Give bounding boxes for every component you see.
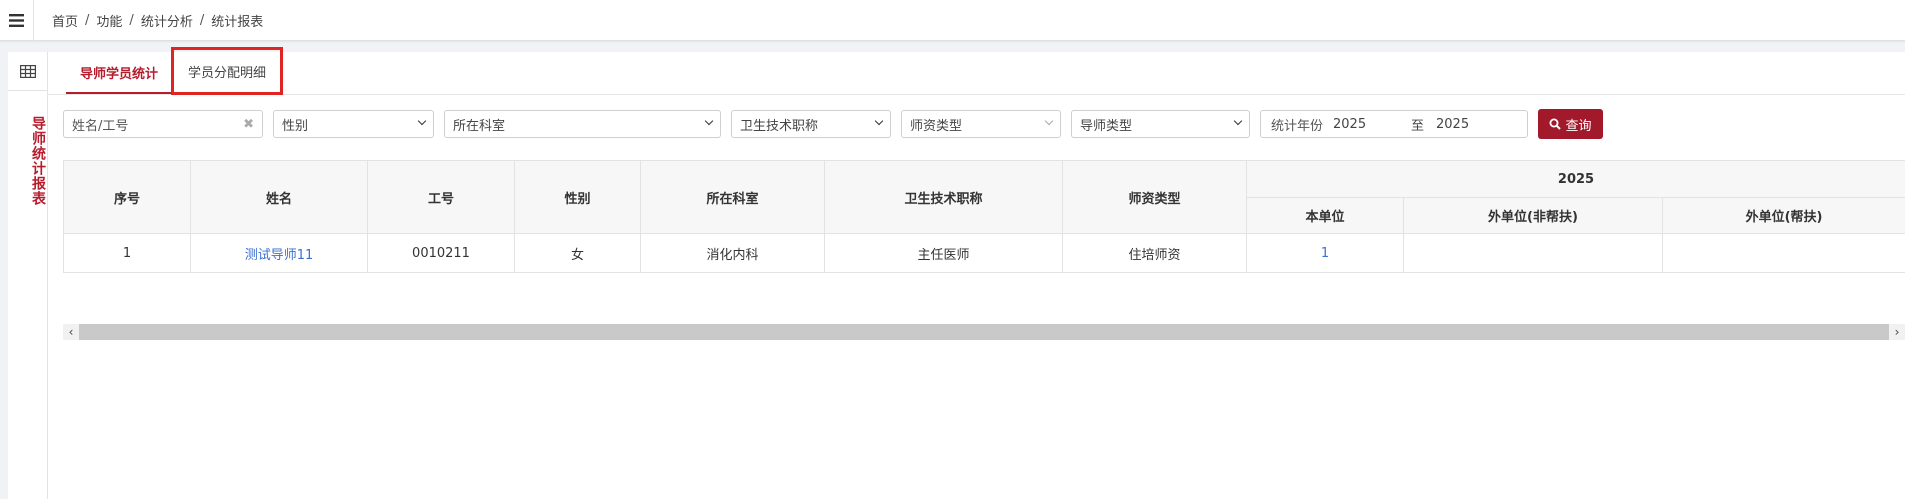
hamburger-icon[interactable] xyxy=(0,0,34,41)
col-header-department: 所在科室 xyxy=(640,160,825,234)
stat-year-range: 统计年份 2025 至 2025 xyxy=(1260,110,1528,138)
name-id-placeholder: 姓名/工号 xyxy=(72,118,129,134)
horizontal-scrollbar[interactable]: ‹ › xyxy=(63,324,1905,340)
cell-name-link[interactable]: 测试导师11 xyxy=(190,233,368,273)
col-header-own-unit: 本单位 xyxy=(1246,197,1404,234)
main-content: 导师学员统计 学员分配明细 姓名/工号 ✖ 性别 所在科室 卫生技术职称 师资类… xyxy=(48,47,1905,499)
chevron-left-icon[interactable]: ‹ xyxy=(63,324,79,340)
name-id-input[interactable]: 姓名/工号 ✖ xyxy=(63,110,263,138)
year-to-input[interactable]: 2025 xyxy=(1436,117,1469,132)
search-icon xyxy=(1549,118,1562,130)
chevron-down-icon xyxy=(875,118,883,126)
chevron-down-icon xyxy=(418,118,426,126)
cell-department: 消化内科 xyxy=(640,233,825,273)
scrollbar-thumb[interactable] xyxy=(79,324,1889,340)
mentor-type-select-value: 导师类型 xyxy=(1080,118,1133,134)
cell-faculty-type: 住培师资 xyxy=(1062,233,1247,273)
cell-title: 主任医师 xyxy=(824,233,1063,273)
breadcrumb-separator: / xyxy=(129,12,134,28)
col-header-no: 序号 xyxy=(63,160,191,234)
chevron-down-icon xyxy=(1234,118,1242,126)
col-header-title: 卫生技术职称 xyxy=(824,160,1063,234)
department-select-value: 所在科室 xyxy=(453,118,506,134)
breadcrumb-separator: / xyxy=(85,12,90,28)
breadcrumb-home[interactable]: 首页 xyxy=(52,11,78,30)
faculty-type-select[interactable]: 师资类型 xyxy=(901,110,1061,138)
faculty-type-select-value: 师资类型 xyxy=(910,118,963,134)
breadcrumb-stats-report: 统计报表 xyxy=(211,14,264,30)
top-bar: 首页 / 功能 / 统计分析 / 统计报表 xyxy=(0,0,1905,41)
title-select-value: 卫生技术职称 xyxy=(740,118,819,134)
tab-student-assignment-detail[interactable]: 学员分配明细 xyxy=(171,47,284,95)
close-icon[interactable]: ✖ xyxy=(243,117,254,132)
col-header-id: 工号 xyxy=(367,160,515,234)
year-from-input[interactable]: 2025 xyxy=(1333,117,1411,132)
tab-bar: 导师学员统计 学员分配明细 xyxy=(48,47,1905,95)
table-row: 1 测试导师11 0010211 女 消化内科 主任医师 住培师资 1 xyxy=(63,233,1905,273)
mentor-type-select[interactable]: 导师类型 xyxy=(1071,110,1250,138)
breadcrumb-stats-analysis[interactable]: 统计分析 xyxy=(141,11,193,30)
breadcrumb-separator: / xyxy=(199,12,205,28)
side-panel-title: 导师统计报表 xyxy=(30,116,46,206)
table-icon[interactable] xyxy=(8,52,47,91)
query-button[interactable]: 查询 xyxy=(1538,109,1603,139)
title-select[interactable]: 卫生技术职称 xyxy=(731,110,891,138)
breadcrumb-function[interactable]: 功能 xyxy=(96,11,122,30)
col-header-external-support: 外单位(帮扶) xyxy=(1661,197,1905,234)
stats-table: 序号 姓名 工号 性别 所在科室 卫生技术职称 师资类型 2025 本单位 外单… xyxy=(63,160,1905,273)
filter-bar: 姓名/工号 ✖ 性别 所在科室 卫生技术职称 师资类型 导师类型 统计年份 20… xyxy=(63,109,1603,139)
col-header-name: 姓名 xyxy=(190,160,368,234)
year-to-label: 至 xyxy=(1411,118,1425,134)
cell-external-non-support xyxy=(1403,233,1663,273)
gender-select-value: 性别 xyxy=(282,118,309,134)
stats-table-container: 序号 姓名 工号 性别 所在科室 卫生技术职称 师资类型 2025 本单位 外单… xyxy=(63,160,1905,273)
breadcrumb: 首页 / 功能 / 统计分析 / 统计报表 xyxy=(34,11,263,30)
stat-year-label: 统计年份 xyxy=(1271,118,1324,134)
col-header-external-non-support: 外单位(非帮扶) xyxy=(1403,197,1663,234)
cell-external-support xyxy=(1661,233,1905,273)
cell-no: 1 xyxy=(63,233,191,273)
cell-gender: 女 xyxy=(514,233,641,273)
chevron-down-icon xyxy=(705,118,713,126)
col-header-faculty-type: 师资类型 xyxy=(1062,160,1247,234)
cell-id: 0010211 xyxy=(367,233,515,273)
query-button-label: 查询 xyxy=(1565,118,1592,134)
side-panel: 导师统计报表 xyxy=(8,52,48,499)
tab-mentor-student-stats[interactable]: 导师学员统计 xyxy=(66,52,173,94)
col-group-year: 2025 xyxy=(1245,160,1905,198)
gender-select[interactable]: 性别 xyxy=(273,110,434,138)
chevron-down-icon xyxy=(1045,118,1053,126)
department-select[interactable]: 所在科室 xyxy=(444,110,721,138)
cell-own-unit-link[interactable]: 1 xyxy=(1246,233,1404,273)
chevron-right-icon[interactable]: › xyxy=(1889,324,1905,340)
col-header-gender: 性别 xyxy=(514,160,641,234)
